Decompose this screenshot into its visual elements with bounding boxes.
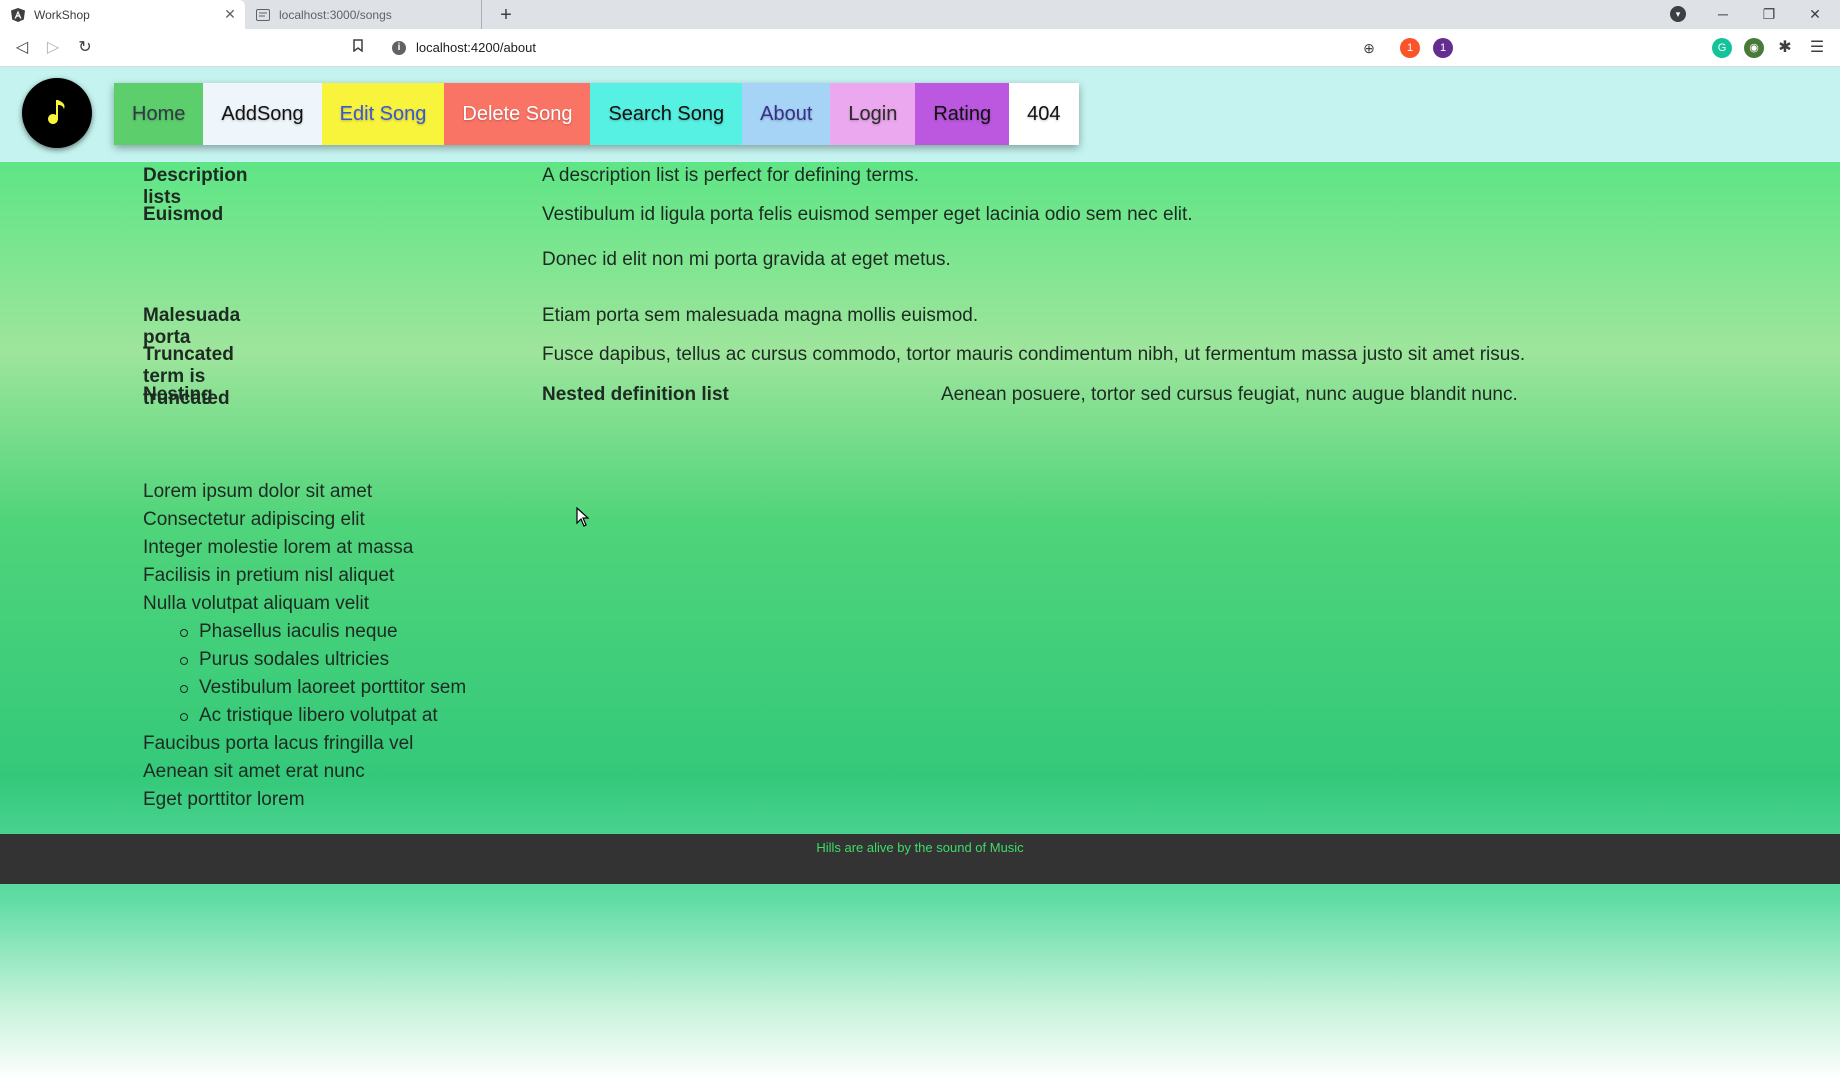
extensions-puzzle-icon[interactable]: ✱ xyxy=(1774,37,1796,59)
tab-title: localhost:3000/songs xyxy=(279,7,392,22)
content-list: Lorem ipsum dolor sit amet Consectetur ad… xyxy=(143,478,466,814)
tab-title: WorkShop xyxy=(34,7,90,22)
dl-term: Description lists xyxy=(143,165,248,208)
list-item: Eget porttitor lorem xyxy=(143,789,305,810)
brave-shield-icon[interactable]: 1 xyxy=(1400,38,1420,58)
new-tab-icon[interactable]: + xyxy=(494,3,518,27)
dl-description: Donec id elit non mi porta gravida at eg… xyxy=(542,249,951,270)
browser-menu-icon[interactable]: ☰ xyxy=(1806,37,1828,59)
brave-rewards-icon[interactable]: 1 xyxy=(1433,38,1453,58)
nested-list-item: Purus sodales ultricies xyxy=(179,646,466,674)
nested-list: Phasellus iaculis neque Purus sodales ult… xyxy=(143,618,466,730)
minimize-icon[interactable]: ─ xyxy=(1700,0,1746,29)
bookmark-icon[interactable] xyxy=(347,37,369,59)
list-item: Aenean sit amet erat nunc xyxy=(143,761,365,782)
page-viewport: Home AddSong Edit Song Delete Song Search So… xyxy=(0,67,1840,1080)
restore-icon[interactable]: ❐ xyxy=(1746,0,1792,29)
list-item: Integer molestie lorem at massa xyxy=(143,537,414,558)
back-icon[interactable]: ◁ xyxy=(11,37,33,59)
nav-delete-song[interactable]: Delete Song xyxy=(444,83,591,145)
dl-description: Vestibulum id ligula porta felis euismod… xyxy=(542,204,1193,225)
grammarly-icon[interactable]: G xyxy=(1712,38,1732,58)
dl-description: Fusce dapibus, tellus ac cursus commodo,… xyxy=(542,344,1526,365)
list-item: Faucibus porta lacus fringilla vel xyxy=(143,733,414,754)
url-text: localhost:4200/about xyxy=(416,40,536,55)
tab-search-icon[interactable]: ▾ xyxy=(1670,6,1686,22)
site-header: Home AddSong Edit Song Delete Song Search So… xyxy=(0,67,1840,162)
address-toolbar: ◁ ▷ ↻ i localhost:4200/about ⊕ 1 1 G ◉ ✱… xyxy=(0,29,1840,67)
nav-addsong[interactable]: AddSong xyxy=(203,83,322,145)
footer-text: Hills are alive by the sound of Music xyxy=(816,840,1024,855)
music-note-icon[interactable] xyxy=(22,78,92,148)
dl-term: Malesuada porta xyxy=(143,305,241,348)
browser-tab-strip: WorkShop ✕ localhost:3000/songs + ▾ ─ ❐ … xyxy=(0,0,1840,29)
tab-songs[interactable]: localhost:3000/songs xyxy=(245,0,482,29)
site-info-icon[interactable]: i xyxy=(392,40,406,55)
nav-login[interactable]: Login xyxy=(830,83,916,145)
nav-edit-song[interactable]: Edit Song xyxy=(321,83,445,145)
reload-icon[interactable]: ↻ xyxy=(74,37,96,59)
list-item: Consectetur adipiscing elit xyxy=(143,509,365,530)
nav-rating[interactable]: Rating xyxy=(915,83,1010,145)
nested-list-item: Ac tristique libero volutpat at xyxy=(179,702,466,730)
nested-dl-term: Nested definition list xyxy=(542,384,729,405)
list-item: Nulla volutpat aliquam velit xyxy=(143,593,370,614)
mouse-cursor-icon xyxy=(576,507,590,527)
angular-favicon-icon xyxy=(10,7,26,23)
main-nav: Home AddSong Edit Song Delete Song Search So… xyxy=(114,83,1079,145)
forward-icon[interactable]: ▷ xyxy=(42,37,64,59)
list-item: Facilisis in pretium nisl aliquet xyxy=(143,565,395,586)
nested-list-container: Phasellus iaculis neque Purus sodales ult… xyxy=(143,618,466,730)
dl-description: Etiam porta sem malesuada magna mollis e… xyxy=(542,305,979,326)
zoom-icon[interactable]: ⊕ xyxy=(1358,37,1380,59)
url-bar[interactable]: i localhost:4200/about xyxy=(380,33,1450,62)
nav-home[interactable]: Home xyxy=(114,83,204,145)
nested-list-item: Phasellus iaculis neque xyxy=(179,618,466,646)
nav-404[interactable]: 404 xyxy=(1009,83,1079,145)
dl-term: Euismod xyxy=(143,204,224,225)
close-tab-icon[interactable]: ✕ xyxy=(221,6,239,23)
tab-workshop[interactable]: WorkShop ✕ xyxy=(0,0,245,29)
nested-dl-description: Aenean posuere, tortor sed cursus feugia… xyxy=(941,384,1518,405)
site-footer: Hills are alive by the sound of Music xyxy=(0,834,1840,884)
nav-about[interactable]: About xyxy=(742,83,831,145)
close-window-icon[interactable]: ✕ xyxy=(1792,0,1838,29)
nav-search-song[interactable]: Search Song xyxy=(590,83,743,145)
list-item: Lorem ipsum dolor sit amet xyxy=(143,481,373,502)
page-favicon-icon xyxy=(255,7,271,23)
nested-list-item: Vestibulum laoreet porttitor sem xyxy=(179,674,466,702)
dl-term: Nesting xyxy=(143,384,213,405)
dl-description: A description list is perfect for defini… xyxy=(542,165,919,186)
extension-globe-icon[interactable]: ◉ xyxy=(1744,38,1764,58)
